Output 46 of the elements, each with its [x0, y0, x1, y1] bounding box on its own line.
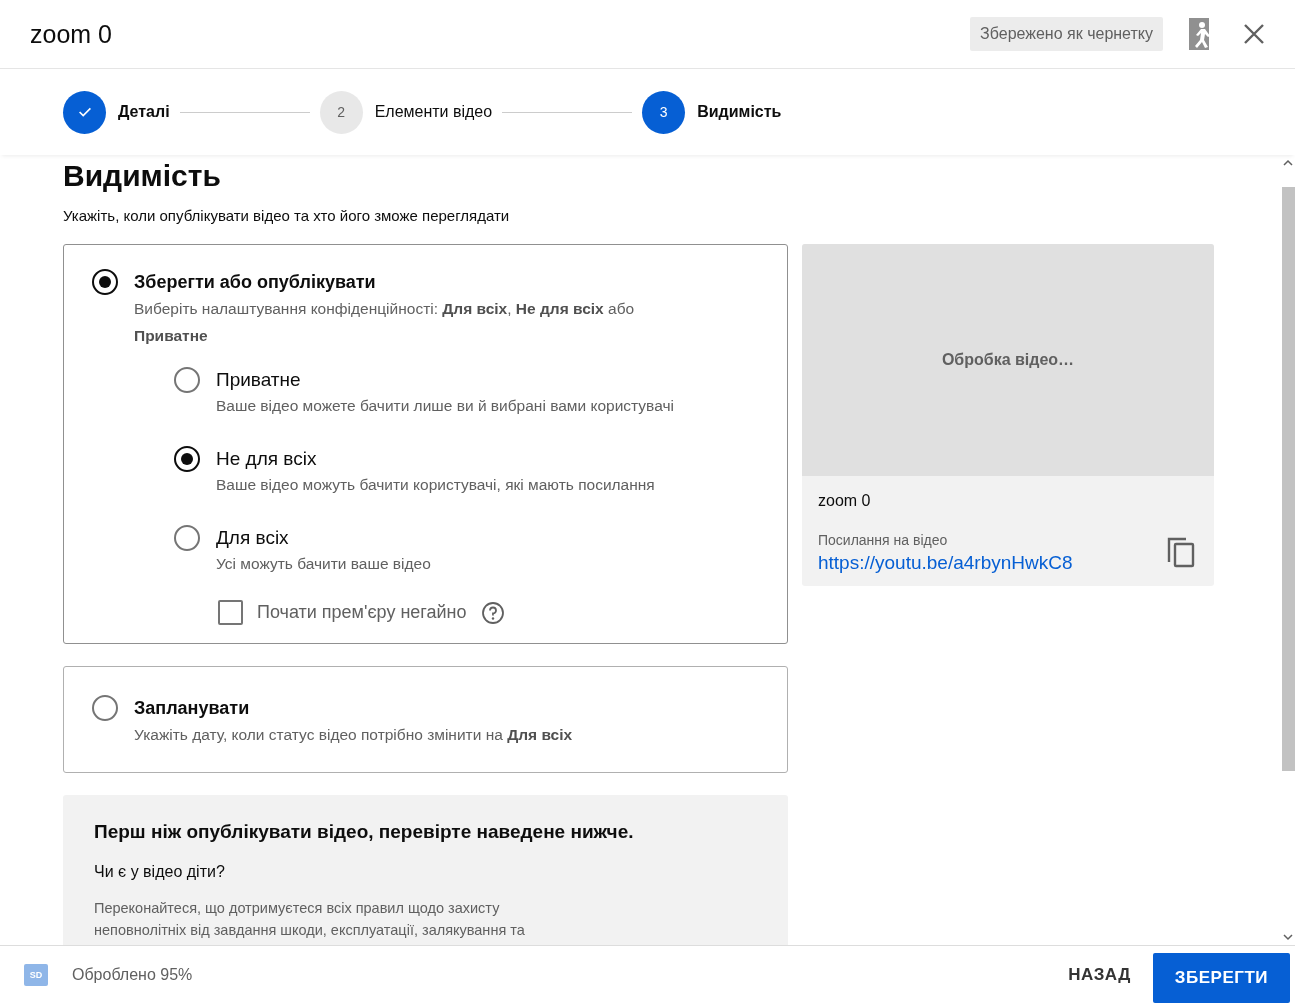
checklist-title: Перш ніж опублікувати відео, перевірте наведене нижче. [94, 821, 635, 843]
radio-button[interactable] [92, 269, 118, 295]
help-icon[interactable] [480, 600, 505, 625]
video-name: zoom 0 [818, 492, 872, 510]
scrollbar-thumb[interactable] [1282, 187, 1295, 771]
option-description: Ваше відео можете бачити лише ви й вибрані вами користувачі [216, 396, 674, 416]
option-description: Усі можуть бачити ваше відео [216, 554, 431, 574]
radio-button[interactable] [174, 525, 200, 551]
step-number: 2 [319, 90, 363, 134]
option-label: Не для всіх [216, 447, 318, 471]
link-label: Посилання на відео [818, 532, 949, 548]
option-description: Ваше відео можуть бачити користувачі, які мають посилання [216, 475, 655, 495]
close-button[interactable] [1243, 23, 1265, 45]
checklist-text: неповнолітніх від завдання шкоди, експлуатації, залякування та [94, 921, 526, 940]
draft-status-badge: Збережено як чернетку [970, 17, 1163, 51]
step-number: 3 [642, 90, 686, 134]
radio-button[interactable] [92, 695, 118, 721]
section-heading: Видимість [63, 159, 222, 193]
checklist-text: Переконайтеся, що дотримуєтеся всіх правил щодо захисту [94, 899, 501, 918]
radio-button[interactable] [174, 367, 200, 393]
checklist-question: Чи є у відео діти? [94, 863, 226, 881]
scroll-up-icon[interactable] [1283, 159, 1293, 167]
copy-icon [1166, 536, 1196, 568]
copy-button[interactable] [1166, 536, 1196, 568]
processing-text: Обробка відео… [941, 351, 1075, 369]
processing-status: Оброблено 95% [72, 965, 194, 984]
option-description: Укажіть дату, коли статус відео потрібно змінити на Для всіх [134, 725, 573, 745]
step-tab[interactable]: Елементи відео [374, 103, 493, 121]
video-title: zoom 0 [30, 19, 113, 49]
option-description: Виберіть налаштування конфіденційності: Для всіх, Не для всіх або Приватне [134, 299, 636, 346]
scroll-down-icon[interactable] [1283, 933, 1293, 941]
step-tab[interactable]: Видимість [697, 103, 782, 121]
video-link[interactable]: https://youtu.be/a4rbynHwkC8 [818, 552, 1073, 573]
save-button[interactable]: ЗБЕРЕГТИ [1152, 952, 1290, 1003]
option-title: Зберегти або опублікувати [134, 271, 377, 294]
option-title: Запланувати [134, 697, 251, 720]
option-label: Приватне [216, 368, 302, 392]
back-button[interactable]: НАЗАД [1046, 950, 1153, 999]
radio-button[interactable] [174, 446, 200, 472]
close-icon [1243, 23, 1265, 45]
step-tab[interactable]: Деталі [118, 103, 170, 121]
checkbox-label: Почати прем'єру негайно [257, 602, 467, 623]
quality-badge: SD [24, 963, 48, 986]
section-subtitle: Укажіть, коли опублікувати відео та хто його зможе переглядати [63, 207, 511, 224]
checkbox[interactable] [218, 600, 243, 625]
option-label: Для всіх [216, 526, 290, 550]
